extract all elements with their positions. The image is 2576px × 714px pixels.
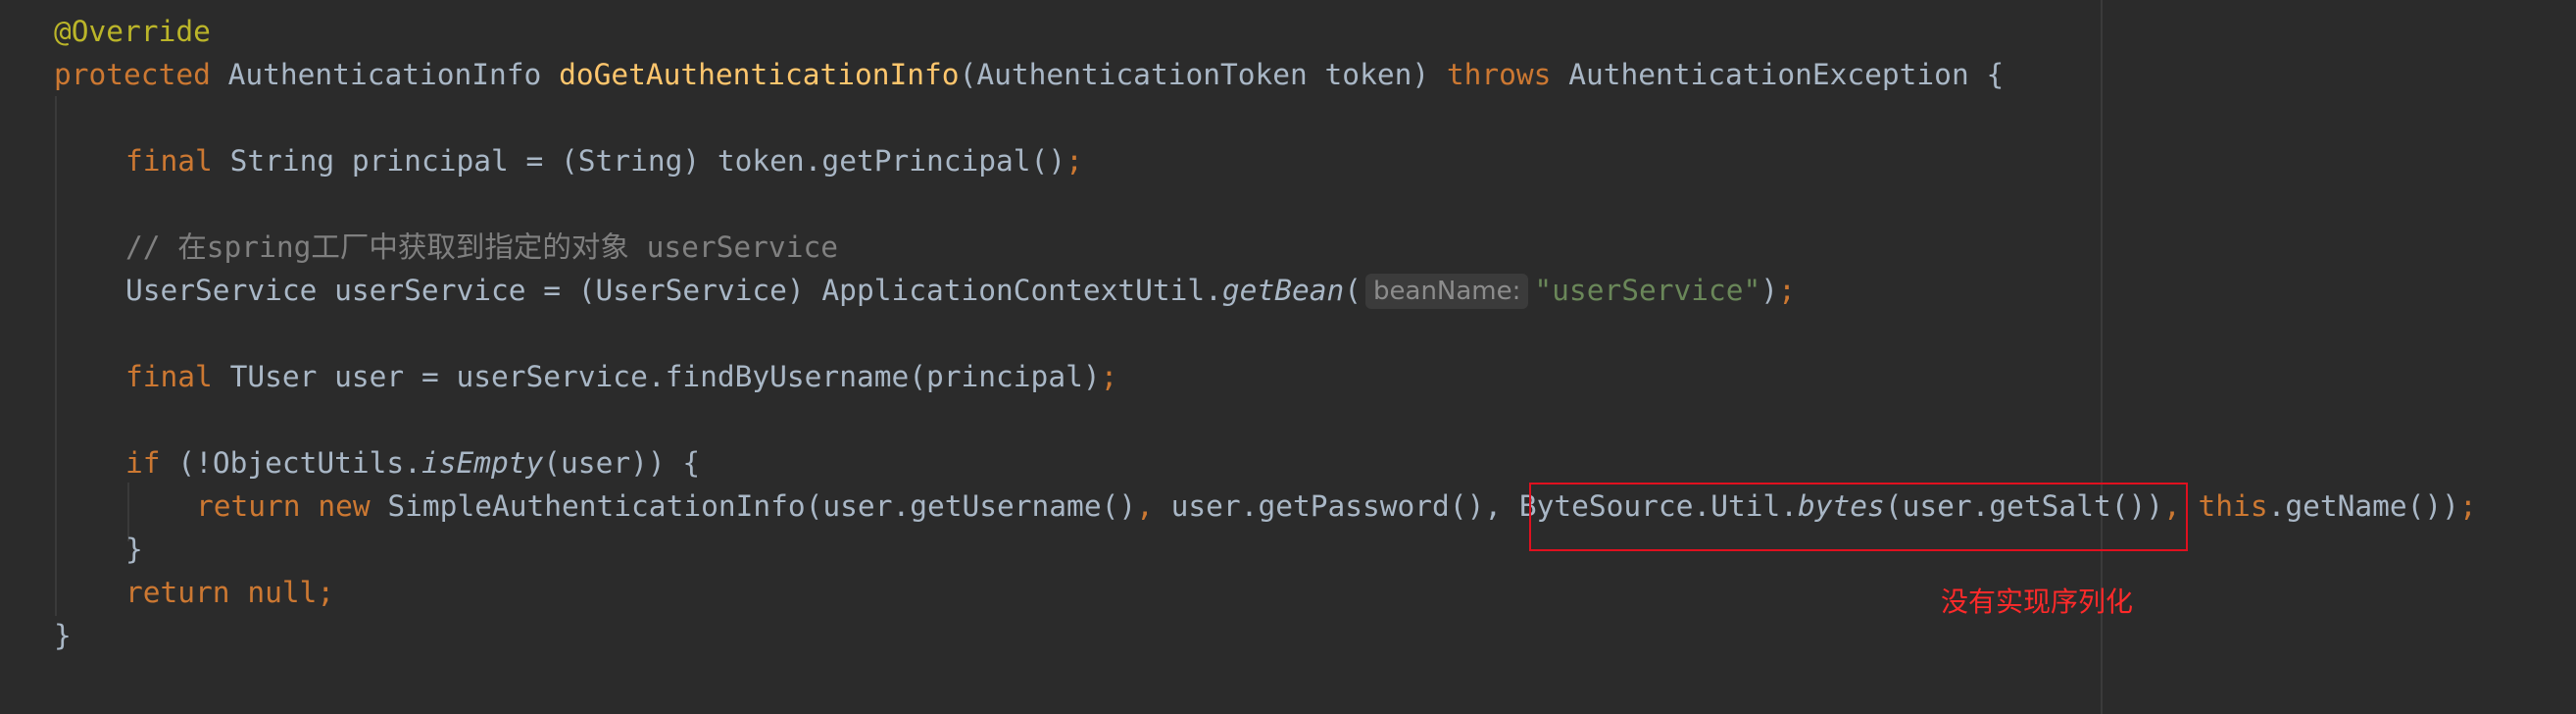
code-line-1[interactable]: @Override: [54, 10, 211, 53]
semicolon: ;: [1100, 360, 1118, 393]
keyword-final: final: [125, 144, 213, 178]
statement-text: SimpleAuthenticationInfo(user.getUsernam…: [370, 489, 1137, 523]
method-call-getbean: getBean: [1221, 274, 1345, 307]
keyword-final: final: [125, 360, 213, 393]
keyword-if: if: [125, 446, 161, 480]
statement-text: TUser user = userService.findByUsername(…: [212, 360, 1101, 393]
code-line-6[interactable]: final TUser user = userService.findByUse…: [125, 355, 1117, 398]
semicolon: ;: [1065, 144, 1083, 178]
override-annotation: @Override: [54, 15, 211, 48]
code-line-3[interactable]: final String principal = (String) token.…: [125, 139, 1083, 182]
comma: ,: [1136, 489, 1154, 523]
statement-text: .getName()): [2267, 489, 2459, 523]
close-paren: ): [1760, 274, 1779, 307]
closing-brace: }: [54, 619, 72, 652]
semicolon: ;: [1778, 274, 1796, 307]
method-declaration-name: doGetAuthenticationInfo: [559, 58, 960, 91]
code-line-2[interactable]: protected AuthenticationInfo doGetAuthen…: [54, 53, 2004, 96]
statement-text: String principal = (String) token.getPri…: [212, 144, 1066, 178]
string-literal: "userService": [1534, 274, 1761, 307]
return-type: AuthenticationInfo: [210, 58, 560, 91]
keyword-return: return: [196, 489, 301, 523]
code-line-5[interactable]: UserService userService = (UserService) …: [125, 269, 1796, 312]
method-call-isempty: isEmpty: [421, 446, 544, 480]
exception-type: AuthenticationException {: [1551, 58, 2005, 91]
code-line-10[interactable]: return null;: [125, 571, 334, 614]
closing-brace: }: [125, 533, 143, 566]
keyword-this: this: [2198, 489, 2268, 523]
code-line-11[interactable]: }: [54, 614, 72, 657]
semicolon: ;: [2458, 489, 2477, 523]
code-editor[interactable]: @Override protected AuthenticationInfo d…: [0, 0, 2576, 714]
code-line-9[interactable]: }: [125, 528, 143, 571]
statement-text: (!ObjectUtils.: [160, 446, 421, 480]
code-line-4[interactable]: // 在spring工厂中获取到指定的对象 userService: [125, 226, 838, 269]
keyword-protected: protected: [54, 58, 211, 91]
semicolon: ;: [317, 576, 335, 609]
statement-text: (user)) {: [543, 446, 701, 480]
code-comment: // 在spring工厂中获取到指定的对象 userService: [125, 230, 838, 264]
keyword-return: return: [125, 576, 230, 609]
annotation-note: 没有实现序列化: [1941, 586, 2134, 618]
parameter-name-hint: beanName:: [1365, 274, 1529, 309]
keyword-null: null: [247, 576, 318, 609]
keyword-new: new: [318, 489, 371, 523]
highlight-box: [1529, 483, 2188, 551]
method-params: (AuthenticationToken token): [959, 58, 1447, 91]
keyword-throws: throws: [1446, 58, 1552, 91]
statement-text: UserService userService = (UserService) …: [125, 274, 1222, 307]
code-line-7[interactable]: if (!ObjectUtils.isEmpty(user)) {: [125, 441, 700, 484]
open-paren: (: [1344, 274, 1362, 307]
indent-guide: [55, 96, 57, 616]
